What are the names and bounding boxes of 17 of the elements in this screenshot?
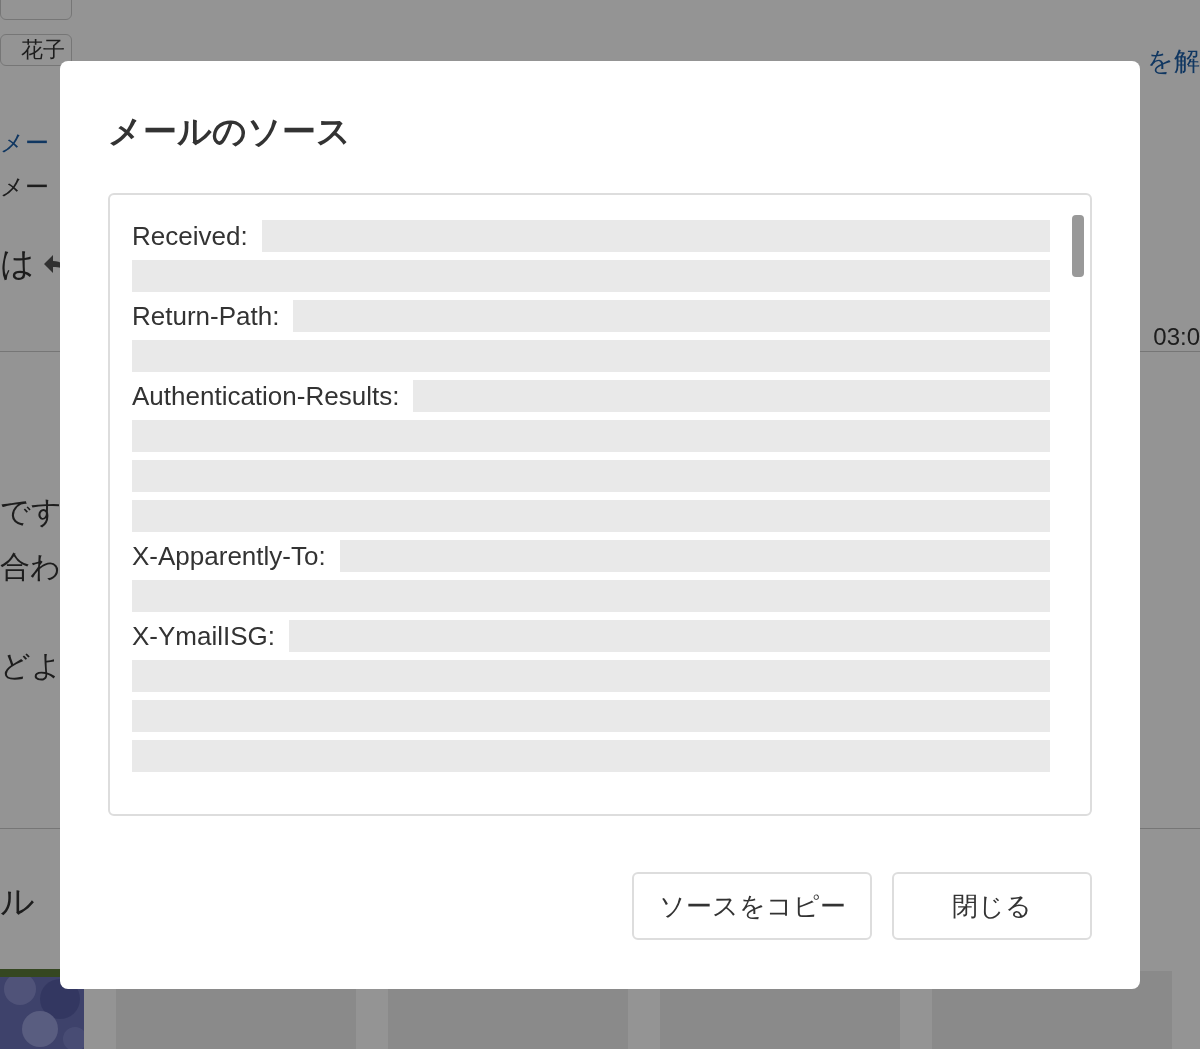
scrollbar-thumb[interactable] <box>1072 215 1084 277</box>
header-name: X-YmailISG: <box>132 620 276 652</box>
time-text: 03:0 <box>1153 322 1200 351</box>
subject-text: は <box>0 242 35 284</box>
header-link[interactable]: を解 <box>1147 44 1200 127</box>
folder-label: メー <box>0 171 50 202</box>
header-name: Authentication-Results: <box>132 380 400 412</box>
header-name: Received: <box>132 220 248 252</box>
body-text: どよ <box>0 647 62 684</box>
dialog-title: メールのソース <box>108 111 352 152</box>
close-button[interactable]: 閉じる <box>892 872 1092 940</box>
header-name: Return-Path: <box>132 300 280 332</box>
section-heading: ル <box>0 882 35 921</box>
header-name: X-Apparently-To: <box>132 540 326 572</box>
copy-button[interactable]: ソースをコピー <box>632 872 872 940</box>
body-text: 合わ <box>0 548 61 585</box>
body-text: です <box>0 493 62 530</box>
